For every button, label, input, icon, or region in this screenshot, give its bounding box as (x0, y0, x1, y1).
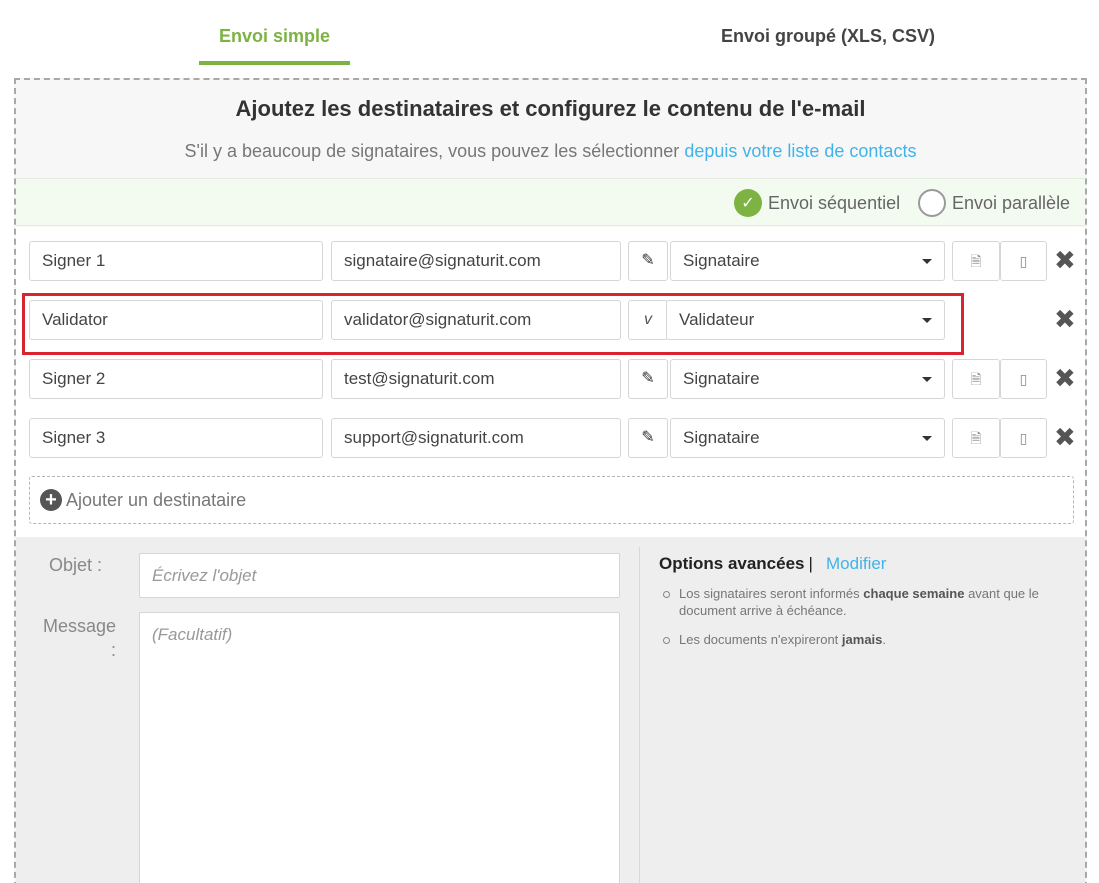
radio-sequential[interactable]: ✓ Envoi séquentiel (734, 189, 900, 217)
advanced-options-list: Los signataires seront informés chaque s… (662, 585, 1062, 660)
option-bold: jamais (841, 632, 883, 647)
advanced-options-title: Options avancées | (659, 554, 813, 574)
tab-bar: Envoi simple Envoi groupé (XLS, CSV) (0, 0, 1099, 66)
recipient-name-input[interactable]: Signer 2 (29, 359, 323, 399)
option-text: Los signataires seront informés (679, 586, 860, 601)
mobile-phone-icon[interactable]: ▯ (1000, 418, 1047, 458)
recipient-role-value: Signataire (683, 369, 760, 388)
tab-envoi-simple[interactable]: Envoi simple (199, 26, 350, 47)
subject-input[interactable]: Écrivez l'objet (139, 553, 620, 598)
recipient-role-value: Signataire (683, 428, 760, 447)
option-item: Los signataires seront informés chaque s… (662, 585, 1062, 619)
caret-down-icon (922, 436, 932, 441)
recipient-row: Signer 1 signataire@signaturit.com ✎ Sig… (16, 241, 1085, 281)
mobile-phone-icon[interactable]: ▯ (1000, 359, 1047, 399)
recipient-email-input[interactable]: signataire@signaturit.com (331, 241, 621, 281)
email-content-section: Objet : Écrivez l'objet Message : (Facul… (16, 537, 1085, 883)
recipient-role-select[interactable]: Signataire (670, 359, 945, 399)
recipient-row: Signer 3 support@signaturit.com ✎ Signat… (16, 418, 1085, 458)
document-certificate-icon[interactable]: 🗎 (952, 359, 1000, 399)
message-label-text: Message (42, 616, 116, 636)
caret-down-icon (922, 259, 932, 264)
pencil-icon[interactable]: ✎ (628, 359, 668, 399)
remove-recipient-icon[interactable]: ✖ (1054, 304, 1076, 334)
radio-parallel[interactable]: Envoi parallèle (918, 189, 1070, 217)
subtitle: S'il y a beaucoup de signataires, vous p… (16, 141, 1085, 162)
recipient-role-value: Signataire (683, 251, 760, 270)
pencil-icon[interactable]: ✎ (628, 241, 668, 281)
plus-circle-icon: + (40, 489, 62, 511)
validator-row-highlight (22, 293, 964, 355)
contacts-list-link[interactable]: depuis votre liste de contacts (684, 141, 916, 161)
caret-down-icon (922, 377, 932, 382)
advanced-options-label: Options avancées (659, 554, 805, 573)
page-title: Ajoutez les destinataires et configurez … (235, 96, 866, 121)
subject-label: Objet : (48, 555, 102, 575)
recipient-email-input[interactable]: support@signaturit.com (331, 418, 621, 458)
pencil-icon[interactable]: ✎ (628, 418, 668, 458)
send-mode-bar: ✓ Envoi séquentiel Envoi parallèle (16, 178, 1085, 226)
document-certificate-icon[interactable]: 🗎 (952, 241, 1000, 281)
option-text: Les documents n'expireront (679, 632, 839, 647)
recipient-name-input[interactable]: Signer 1 (29, 241, 323, 281)
remove-recipient-icon[interactable]: ✖ (1054, 245, 1076, 275)
check-icon: ✓ (734, 189, 762, 217)
recipients-panel: Ajoutez les destinataires et configurez … (14, 78, 1087, 883)
message-label: Message : (26, 614, 116, 662)
tab-envoi-groupe[interactable]: Envoi groupé (XLS, CSV) (690, 26, 966, 47)
section-divider (639, 547, 640, 883)
radio-sequential-label: Envoi séquentiel (768, 192, 901, 213)
message-textarea[interactable]: (Facultatif) (139, 612, 620, 883)
modify-options-link[interactable]: Modifier (826, 554, 886, 574)
option-item: Les documents n'expireront jamais. (662, 631, 1062, 648)
message-label-colon: : (110, 640, 116, 660)
add-recipient-button[interactable]: + Ajouter un destinataire (29, 476, 1074, 524)
add-recipient-label: Ajouter un destinataire (66, 489, 247, 510)
panel-header: Ajoutez les destinataires et configurez … (16, 80, 1085, 178)
recipients-list: Signer 1 signataire@signaturit.com ✎ Sig… (16, 227, 1085, 537)
document-certificate-icon[interactable]: 🗎 (952, 418, 1000, 458)
option-bold: chaque semaine (863, 586, 965, 601)
recipient-row: Signer 2 test@signaturit.com ✎ Signatair… (16, 359, 1085, 399)
recipient-role-select[interactable]: Signataire (670, 418, 945, 458)
options-separator: | (808, 554, 813, 573)
subtitle-text: S'il y a beaucoup de signataires, vous p… (184, 141, 680, 161)
recipient-name-input[interactable]: Signer 3 (29, 418, 323, 458)
mobile-phone-icon[interactable]: ▯ (1000, 241, 1047, 281)
recipient-role-select[interactable]: Signataire (670, 241, 945, 281)
radio-parallel-label: Envoi parallèle (952, 192, 1071, 213)
recipient-email-input[interactable]: test@signaturit.com (331, 359, 621, 399)
option-text: . (882, 632, 887, 647)
radio-empty-icon (918, 189, 946, 217)
remove-recipient-icon[interactable]: ✖ (1054, 422, 1076, 452)
remove-recipient-icon[interactable]: ✖ (1054, 363, 1076, 393)
active-tab-indicator (199, 61, 350, 65)
